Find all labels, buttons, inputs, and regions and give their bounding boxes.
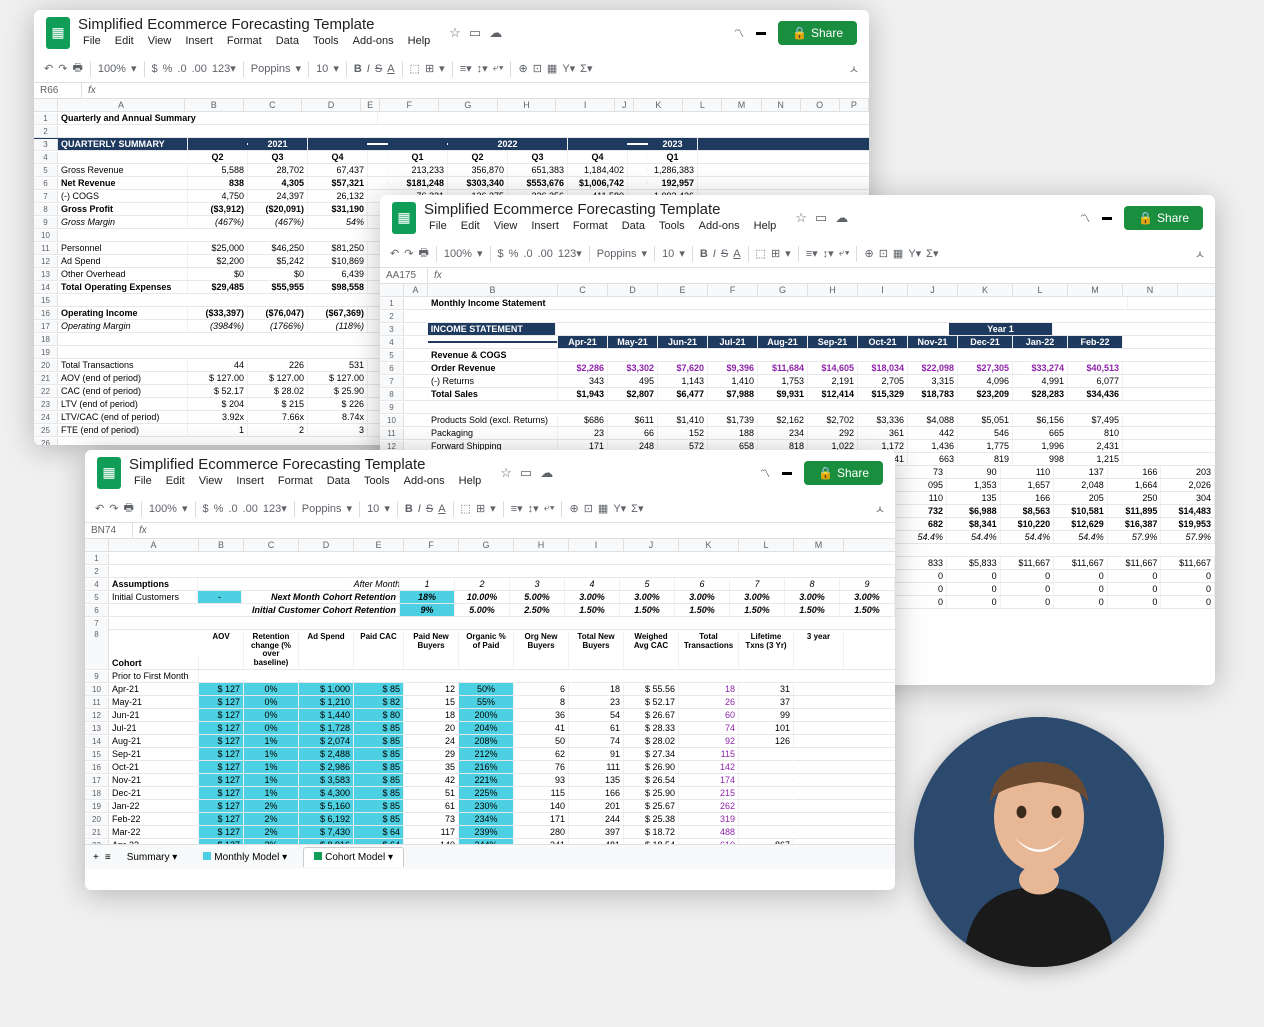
cohort-row: 21Mar-22$ 1272%$ 7,430$ 64117239%280397$… bbox=[85, 826, 895, 839]
cell-ref[interactable]: BN74 bbox=[85, 523, 133, 538]
add-sheet-icon[interactable]: + bbox=[93, 852, 99, 863]
title-icons: ☆ ▭ ☁ bbox=[449, 25, 502, 41]
doc-title[interactable]: Simplified Ecommerce Forecasting Templat… bbox=[424, 201, 781, 218]
menu-data[interactable]: Data bbox=[617, 218, 650, 234]
menu-insert[interactable]: Insert bbox=[231, 473, 269, 489]
cohort-row: 22Apr-22$ 1273%$ 8,916$ 64140244%341481$… bbox=[85, 839, 895, 844]
share-button[interactable]: 🔒 Share bbox=[778, 21, 857, 45]
initial-ret-label: Initial Customer Cohort Retention bbox=[242, 604, 400, 616]
sheets-logo-icon: ▦ bbox=[46, 17, 70, 49]
menu-view[interactable]: View bbox=[194, 473, 228, 489]
menu-insert[interactable]: Insert bbox=[180, 33, 218, 49]
print-icon[interactable]: 🖶 bbox=[72, 59, 82, 78]
assumptions-label: Assumptions bbox=[109, 578, 198, 590]
trend-icon[interactable]: 〽 bbox=[1080, 210, 1090, 225]
collapse-icon[interactable]: ㅅ bbox=[849, 61, 859, 77]
cohort-row: 13Jul-21$ 1270%$ 1,728$ 8520204%4161$ 28… bbox=[85, 722, 895, 735]
cohort-row: 11May-21$ 1270%$ 1,210$ 821555%823$ 52.1… bbox=[85, 696, 895, 709]
section-title: Quarterly and Annual Summary bbox=[58, 112, 378, 124]
menu-data[interactable]: Data bbox=[322, 473, 355, 489]
tab-cohort[interactable]: Cohort Model ▾ bbox=[303, 847, 404, 867]
cohort-row: 17Nov-21$ 1271%$ 3,583$ 8542221%93135$ 2… bbox=[85, 774, 895, 787]
menu-help[interactable]: Help bbox=[403, 33, 436, 49]
cohort-col: Cohort bbox=[109, 657, 199, 669]
menu-data[interactable]: Data bbox=[271, 33, 304, 49]
sheet-tabs: + ≡ Summary ▾ Monthly Model ▾ Cohort Mod… bbox=[85, 844, 895, 869]
cloud-icon[interactable]: ☁ bbox=[540, 465, 553, 481]
menu-tools[interactable]: Tools bbox=[654, 218, 690, 234]
cohort-row: 16Oct-21$ 1271%$ 2,986$ 8535216%76111$ 2… bbox=[85, 761, 895, 774]
avatar bbox=[914, 717, 1164, 967]
tab-summary[interactable]: Summary ▾ bbox=[117, 848, 188, 867]
menu-file[interactable]: File bbox=[424, 218, 452, 234]
menu-file[interactable]: File bbox=[78, 33, 106, 49]
cohort-row: 14Aug-21$ 1271%$ 2,074$ 8524208%5074$ 28… bbox=[85, 735, 895, 748]
all-sheets-icon[interactable]: ≡ bbox=[105, 852, 111, 863]
share-button[interactable]: 🔒 Share bbox=[804, 461, 883, 485]
sheets-logo-icon: ▦ bbox=[97, 457, 121, 489]
monthly-title: Monthly Income Statement bbox=[428, 297, 1128, 309]
font-select[interactable]: Poppins bbox=[251, 63, 291, 75]
menu-view[interactable]: View bbox=[489, 218, 523, 234]
menubar: File Edit View Insert Format Data Tools … bbox=[78, 33, 435, 49]
next-month-label: Next Month Cohort Retention bbox=[242, 591, 400, 603]
toolbar: ↶↷ 🖶 100% ▾ $%.0.00123▾ Poppins ▾ 10 ▾ B… bbox=[34, 55, 869, 83]
menu-addons[interactable]: Add-ons bbox=[694, 218, 745, 234]
menu-edit[interactable]: Edit bbox=[161, 473, 190, 489]
share-button[interactable]: 🔒 Share bbox=[1124, 206, 1203, 230]
menu-format[interactable]: Format bbox=[568, 218, 613, 234]
menu-format[interactable]: Format bbox=[222, 33, 267, 49]
cloud-icon[interactable]: ☁ bbox=[835, 210, 848, 226]
comment-icon[interactable]: ▬ bbox=[756, 27, 766, 38]
comment-icon[interactable]: ▬ bbox=[782, 467, 792, 478]
window-cohort: ▦ Simplified Ecommerce Forecasting Templ… bbox=[85, 450, 895, 890]
menu-addons[interactable]: Add-ons bbox=[399, 473, 450, 489]
menu-format[interactable]: Format bbox=[273, 473, 318, 489]
cohort-row: 12Jun-21$ 1270%$ 1,440$ 8018200%3654$ 26… bbox=[85, 709, 895, 722]
rev-cogs-label: Revenue & COGS bbox=[428, 349, 558, 361]
cohort-row: 19Jan-22$ 1272%$ 5,160$ 8561230%140201$ … bbox=[85, 800, 895, 813]
menu-tools[interactable]: Tools bbox=[308, 33, 344, 49]
menu-edit[interactable]: Edit bbox=[110, 33, 139, 49]
cohort-row: 10Apr-21$ 1270%$ 1,000$ 851250%618$ 55.5… bbox=[85, 683, 895, 696]
cell-ref[interactable]: AA175 bbox=[380, 268, 428, 283]
menu-edit[interactable]: Edit bbox=[456, 218, 485, 234]
doc-title[interactable]: Simplified Ecommerce Forecasting Templat… bbox=[78, 16, 435, 33]
doc-title[interactable]: Simplified Ecommerce Forecasting Templat… bbox=[129, 456, 486, 473]
redo-icon[interactable]: ↷ bbox=[58, 62, 67, 75]
quarterly-hdr: QUARTERLY SUMMARY bbox=[58, 138, 188, 150]
sheets-logo-icon: ▦ bbox=[392, 202, 416, 234]
fontsize-select[interactable]: 10 bbox=[316, 63, 328, 75]
cell-ref[interactable]: R66 bbox=[34, 83, 82, 98]
comment-icon[interactable]: ▬ bbox=[1102, 212, 1112, 223]
star-icon[interactable]: ☆ bbox=[500, 465, 512, 481]
menu-help[interactable]: Help bbox=[454, 473, 487, 489]
menu-view[interactable]: View bbox=[143, 33, 177, 49]
trend-icon[interactable]: 〽 bbox=[734, 25, 744, 40]
undo-icon[interactable]: ↶ bbox=[44, 62, 53, 75]
titlebar: ▦ Simplified Ecommerce Forecasting Templ… bbox=[34, 10, 869, 55]
menu-addons[interactable]: Add-ons bbox=[348, 33, 399, 49]
cohort-row: 18Dec-21$ 1271%$ 4,300$ 8551225%115166$ … bbox=[85, 787, 895, 800]
star-icon[interactable]: ☆ bbox=[449, 25, 461, 41]
initial-cust-label: Initial Customers bbox=[109, 591, 198, 603]
tab-monthly[interactable]: Monthly Model ▾ bbox=[193, 848, 297, 867]
cloud-icon[interactable]: ☁ bbox=[489, 25, 502, 41]
income-hdr: INCOME STATEMENT bbox=[428, 323, 556, 335]
menu-help[interactable]: Help bbox=[749, 218, 782, 234]
menu-file[interactable]: File bbox=[129, 473, 157, 489]
fx-label: fx bbox=[82, 83, 102, 98]
move-icon[interactable]: ▭ bbox=[469, 25, 481, 41]
star-icon[interactable]: ☆ bbox=[795, 210, 807, 226]
zoom-select[interactable]: 100% bbox=[98, 63, 126, 75]
move-icon[interactable]: ▭ bbox=[815, 210, 827, 226]
menu-insert[interactable]: Insert bbox=[526, 218, 564, 234]
cohort-row: 20Feb-22$ 1272%$ 6,192$ 8573234%171244$ … bbox=[85, 813, 895, 826]
trend-icon[interactable]: 〽 bbox=[760, 465, 770, 480]
cohort-row: 15Sep-21$ 1271%$ 2,488$ 8529212%6291$ 27… bbox=[85, 748, 895, 761]
move-icon[interactable]: ▭ bbox=[520, 465, 532, 481]
menu-tools[interactable]: Tools bbox=[359, 473, 395, 489]
prior-row: Prior to First Month bbox=[109, 670, 199, 682]
